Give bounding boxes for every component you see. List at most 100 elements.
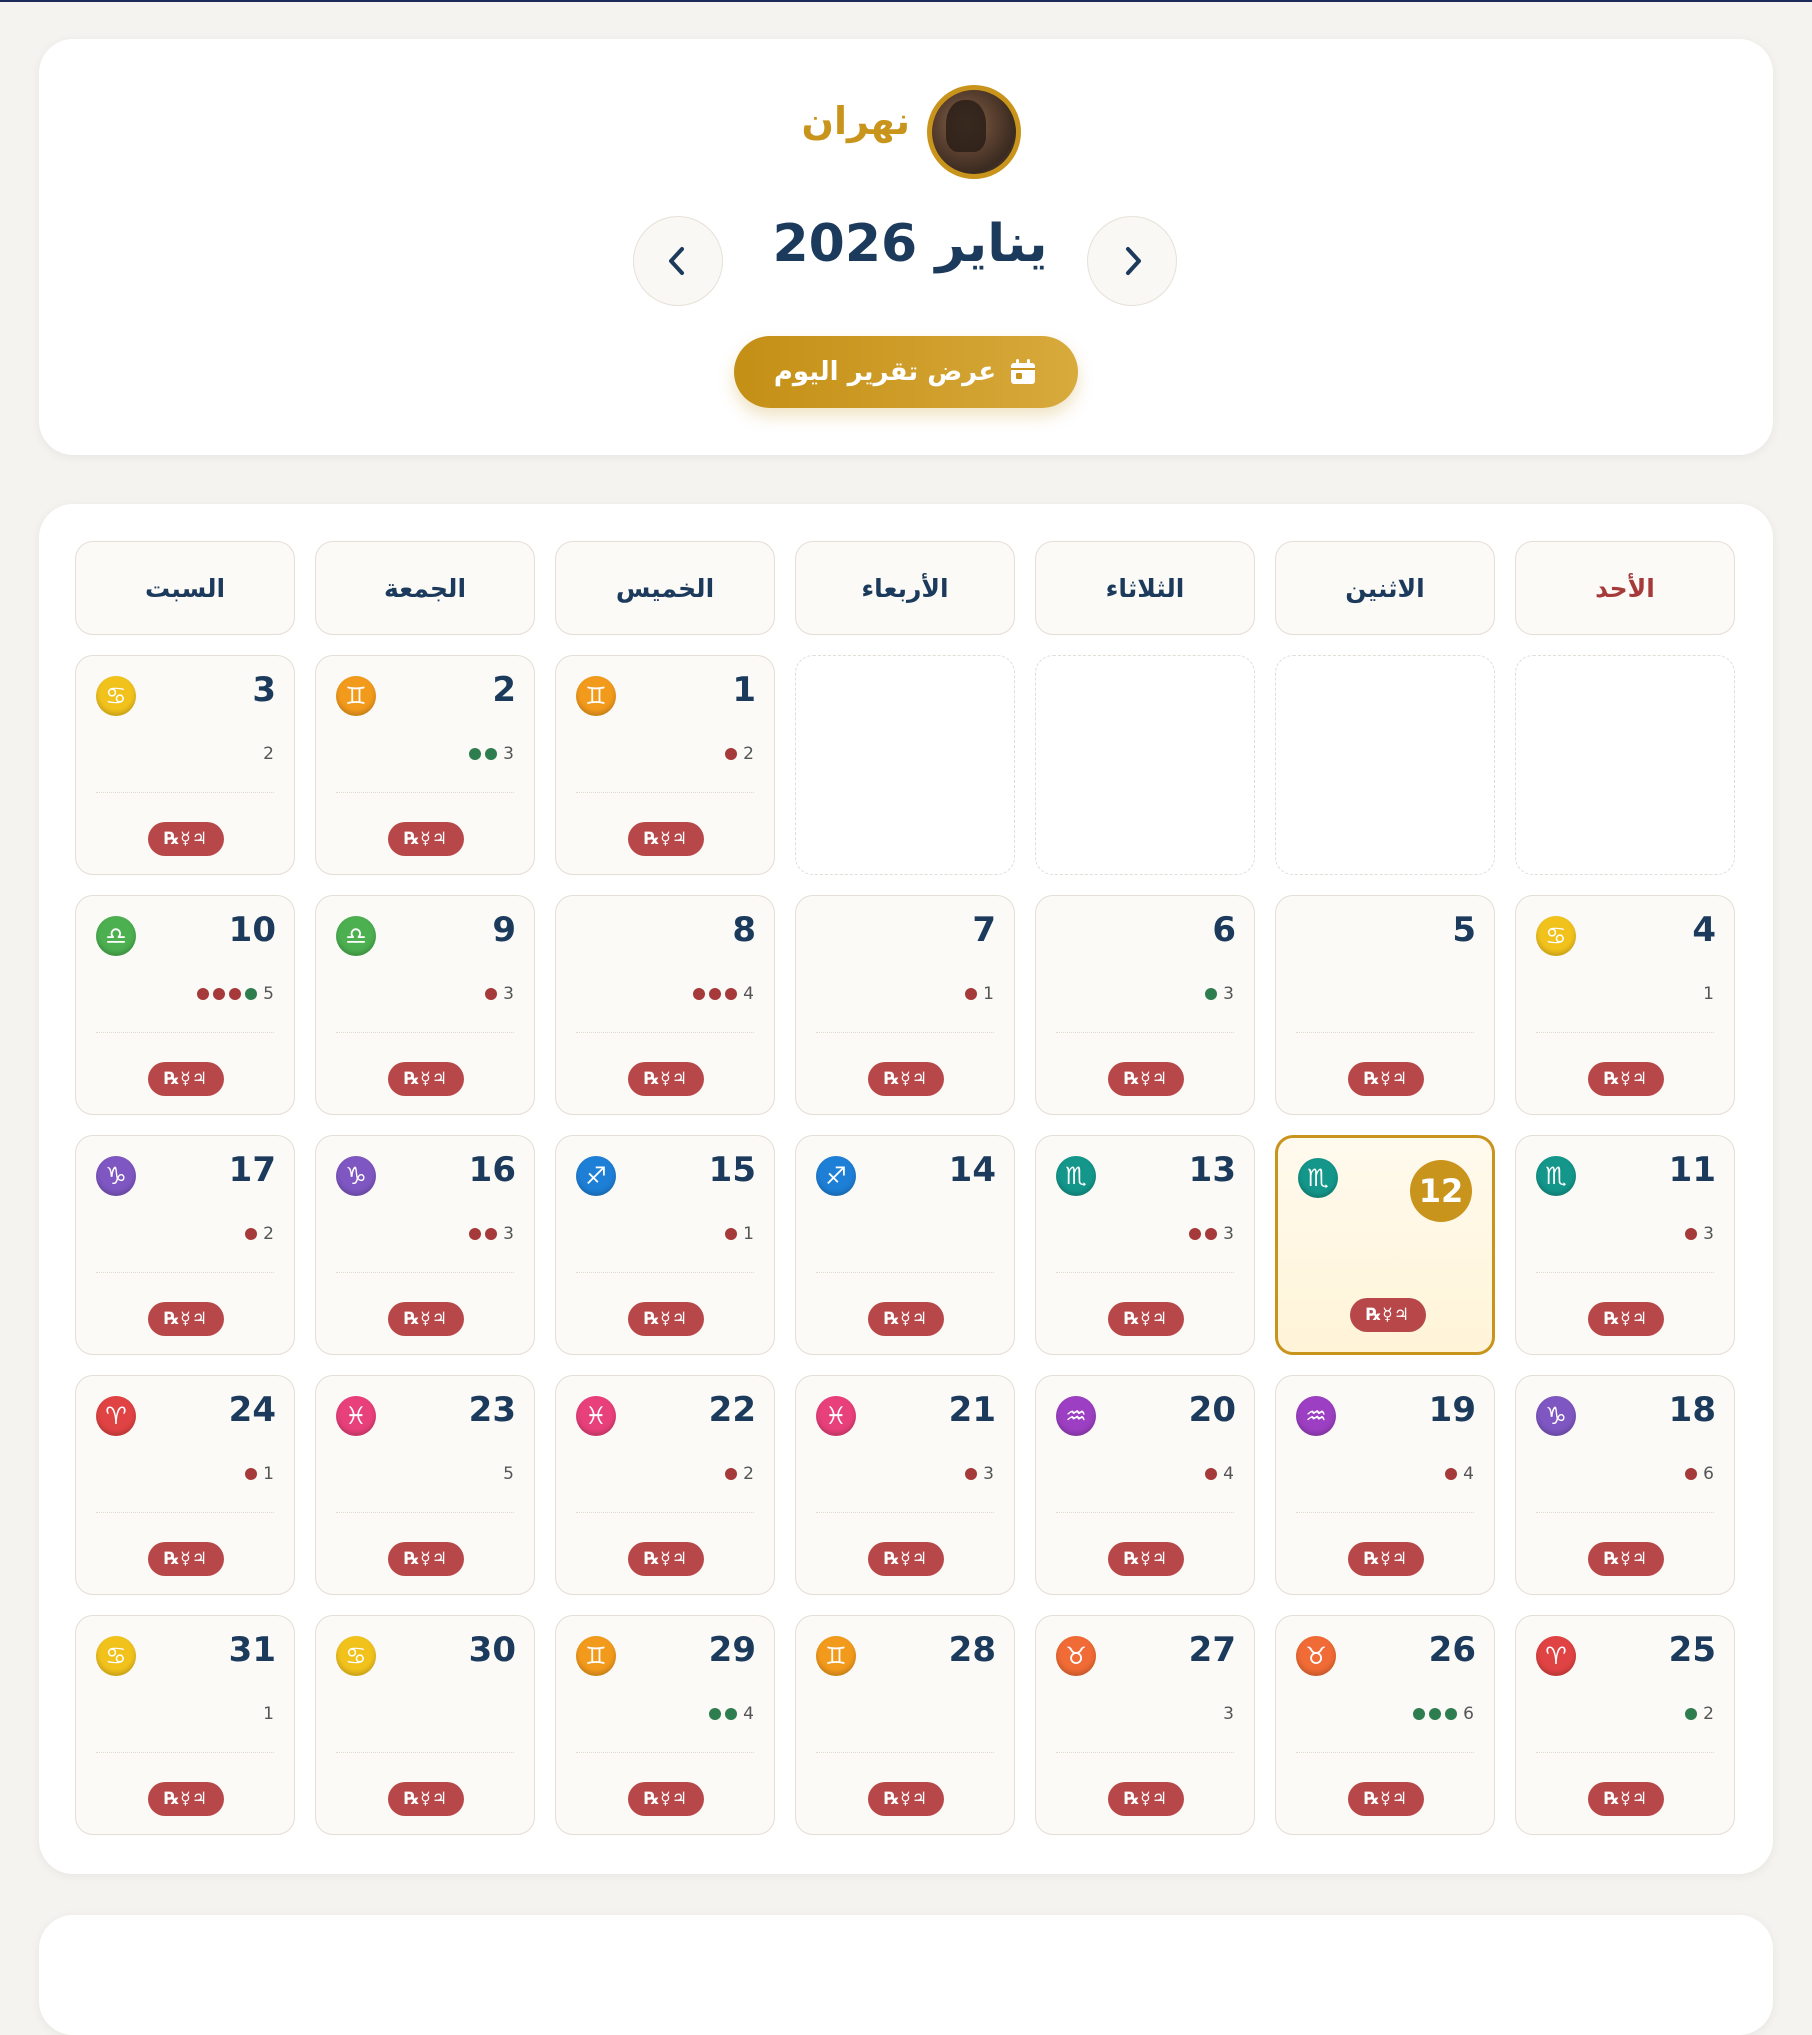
event-indicators: 3 [1685,1224,1714,1244]
day-cell[interactable]: 16 ♑ 3 ℞☿♃ [315,1135,535,1355]
day-cell[interactable]: 30 ♋ ℞☿♃ [315,1615,535,1835]
aries-icon: ♈ [1536,1636,1576,1676]
day-cell[interactable]: 10 ♎ 5 ℞☿♃ [75,895,295,1115]
day-number: 28 [948,1630,996,1670]
retrograde-badge: ℞☿♃ [1588,1062,1664,1096]
day-cell[interactable]: 27 ♉ 3 ℞☿♃ [1035,1615,1255,1835]
today-report-button[interactable]: عرض تقرير اليوم [734,336,1078,408]
gemini-icon: ♊ [816,1636,856,1676]
separator [336,1512,514,1513]
day-cell[interactable]: 15 ♐ 1 ℞☿♃ [555,1135,775,1355]
event-count: 5 [503,1464,514,1484]
day-cell[interactable]: 19 ♒ 4 ℞☿♃ [1275,1375,1495,1595]
event-indicators: 1 [725,1224,754,1244]
day-cell[interactable]: 4 ♋ 1 ℞☿♃ [1515,895,1735,1115]
event-count: 1 [263,1464,274,1484]
day-cell[interactable]: 1 ♊ 2 ℞☿♃ [555,655,775,875]
retrograde-badge: ℞☿♃ [148,1302,224,1336]
day-cell[interactable]: 2 ♊ 3 ℞☿♃ [315,655,535,875]
day-cell[interactable]: 24 ♈ 1 ℞☿♃ [75,1375,295,1595]
day-cell[interactable]: 31 ♋ 1 ℞☿♃ [75,1615,295,1835]
event-dots [1685,1468,1698,1480]
event-count: 1 [743,1224,754,1244]
day-cell[interactable]: 23 ♓ 5 ℞☿♃ [315,1375,535,1595]
event-dots [709,1708,738,1720]
retrograde-badge: ℞☿♃ [1108,1062,1184,1096]
retrograde-badge: ℞☿♃ [1348,1542,1424,1576]
event-dot-red [1205,1228,1218,1240]
event-indicators: 2 [263,744,274,764]
avatar[interactable] [927,85,1021,179]
event-dots [965,988,978,1000]
event-dot-red [229,988,242,1000]
event-indicators: 6 [1685,1464,1714,1484]
event-count: 3 [1703,1224,1714,1244]
day-cell[interactable]: 6 3 ℞☿♃ [1035,895,1255,1115]
pisces-icon: ♓ [576,1396,616,1436]
event-count: 1 [263,1704,274,1724]
day-cell[interactable]: 25 ♈ 2 ℞☿♃ [1515,1615,1735,1835]
weekday-wednesday: الأربعاء [795,541,1015,635]
day-cell[interactable]: 26 ♉ 6 ℞☿♃ [1275,1615,1495,1835]
day-cell[interactable]: 14 ♐ ℞☿♃ [795,1135,1015,1355]
event-count: 3 [983,1464,994,1484]
day-cell[interactable]: 20 ♒ 4 ℞☿♃ [1035,1375,1255,1595]
event-dot-red [1685,1468,1698,1480]
retrograde-badge: ℞☿♃ [628,1302,704,1336]
event-dots [197,988,258,1000]
event-count: 4 [1223,1464,1234,1484]
day-number: 2 [492,670,516,710]
day-cell[interactable]: 18 ♑ 6 ℞☿♃ [1515,1375,1735,1595]
event-dot-red [965,988,978,1000]
event-dot-red [725,1468,738,1480]
retrograde-badge: ℞☿♃ [1108,1542,1184,1576]
event-count: 4 [743,984,754,1004]
day-number: 21 [948,1390,996,1430]
event-dot-green [1413,1708,1426,1720]
day-cell[interactable]: 3 ♋ 2 ℞☿♃ [75,655,295,875]
retrograde-badge: ℞☿♃ [628,822,704,856]
event-dots [1685,1228,1698,1240]
previous-month-button[interactable] [1087,216,1177,306]
event-dot-red [469,1228,482,1240]
separator [576,792,754,793]
separator [816,1272,994,1273]
event-count: 2 [743,1464,754,1484]
day-cell[interactable]: 21 ♓ 3 ℞☿♃ [795,1375,1015,1595]
day-cell[interactable]: 28 ♊ ℞☿♃ [795,1615,1015,1835]
event-indicators: 2 [1685,1704,1714,1724]
event-dot-red [725,988,738,1000]
cancer-icon: ♋ [1536,916,1576,956]
event-dots [1189,1228,1218,1240]
day-cell[interactable]: 13 ♏ 3 ℞☿♃ [1035,1135,1255,1355]
day-number: 17 [228,1150,276,1190]
retrograde-badge: ℞☿♃ [1588,1302,1664,1336]
day-number: 12 [1410,1160,1472,1222]
day-number: 22 [708,1390,756,1430]
day-cell[interactable]: 22 ♓ 2 ℞☿♃ [555,1375,775,1595]
day-number: 27 [1188,1630,1236,1670]
day-cell[interactable]: 29 ♊ 4 ℞☿♃ [555,1615,775,1835]
day-cell[interactable]: 11 ♏ 3 ℞☿♃ [1515,1135,1735,1355]
day-cell[interactable]: 5 ℞☿♃ [1275,895,1495,1115]
separator [576,1752,754,1753]
cancer-icon: ♋ [96,1636,136,1676]
event-count: 6 [1463,1704,1474,1724]
day-cell[interactable]: 9 ♎ 3 ℞☿♃ [315,895,535,1115]
chevron-right-icon [1126,247,1141,275]
day-number: 1 [732,670,756,710]
event-count: 1 [1703,984,1714,1004]
sagittarius-icon: ♐ [576,1156,616,1196]
day-cell-today[interactable]: 12 ♏ ℞☿♃ [1275,1135,1495,1355]
retrograde-badge: ℞☿♃ [628,1062,704,1096]
event-dots [725,748,738,760]
day-cell[interactable]: 17 ♑ 2 ℞☿♃ [75,1135,295,1355]
event-indicators: 3 [1223,1704,1234,1724]
event-count: 1 [983,984,994,1004]
next-month-button[interactable] [633,216,723,306]
day-cell[interactable]: 7 1 ℞☿♃ [795,895,1015,1115]
event-indicators: 5 [503,1464,514,1484]
event-dots [1413,1708,1458,1720]
day-cell[interactable]: 8 4 ℞☿♃ [555,895,775,1115]
retrograde-badge: ℞☿♃ [1348,1062,1424,1096]
